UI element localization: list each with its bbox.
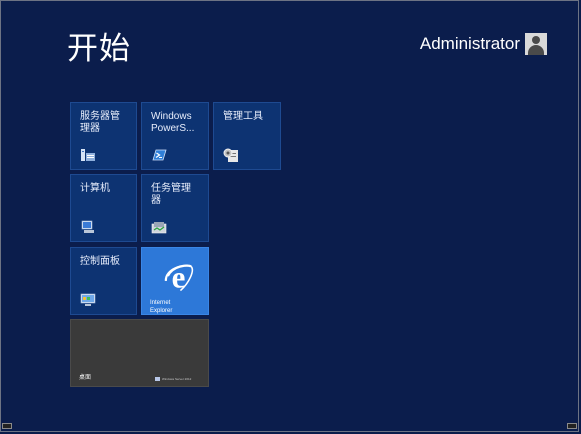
- tile-administrative-tools[interactable]: 管理工具: [213, 102, 281, 170]
- tile-label: 计算机: [80, 183, 110, 194]
- powershell-icon: [152, 149, 167, 161]
- tile-label: 桌面: [79, 374, 92, 381]
- start-title: 开始: [67, 31, 131, 67]
- tile-internet-explorer[interactable]: e Internet Explorer: [141, 247, 209, 315]
- tile-server-manager[interactable]: 服务器管理器: [70, 102, 137, 170]
- computer-icon: [81, 220, 94, 233]
- task-manager-icon: [151, 222, 167, 234]
- user-name: Administrator: [419, 33, 520, 53]
- tile-desktop[interactable]: 桌面 Windows Server 2012: [70, 319, 209, 387]
- server-manager-icon: [81, 149, 95, 161]
- scroll-left-handle: [2, 423, 12, 429]
- tile-control-panel[interactable]: 控制面板: [70, 247, 137, 315]
- tile-label: 控制面板: [80, 256, 120, 267]
- ie-label: Internet Explorer: [150, 300, 173, 314]
- tile-label: 服务器管理器: [80, 111, 120, 134]
- user-avatar-icon: [525, 32, 547, 55]
- tile-label: 管理工具: [223, 111, 263, 122]
- tile-windows-powershell[interactable]: Windows PowerS...: [141, 102, 209, 170]
- tile-computer[interactable]: 计算机: [70, 174, 137, 242]
- tile-task-manager[interactable]: 任务管理器: [141, 174, 209, 242]
- windows-logo-icon: [155, 377, 160, 381]
- tile-label: Windows PowerS...: [151, 111, 195, 134]
- user-account-button[interactable]: Administrator: [420, 31, 547, 56]
- start-screen: 开始 Administrator 服务器管理器 Windows PowerS..…: [0, 0, 579, 432]
- tile-label: 任务管理器: [151, 183, 191, 206]
- control-panel-icon: [80, 293, 96, 306]
- desktop-taskbar-preview: Windows Server 2012: [155, 377, 191, 381]
- scroll-right-handle: [567, 423, 577, 429]
- desktop-badge: Windows Server 2012: [162, 377, 192, 381]
- admin-tools-icon: [223, 148, 238, 162]
- internet-explorer-icon: e: [164, 261, 194, 295]
